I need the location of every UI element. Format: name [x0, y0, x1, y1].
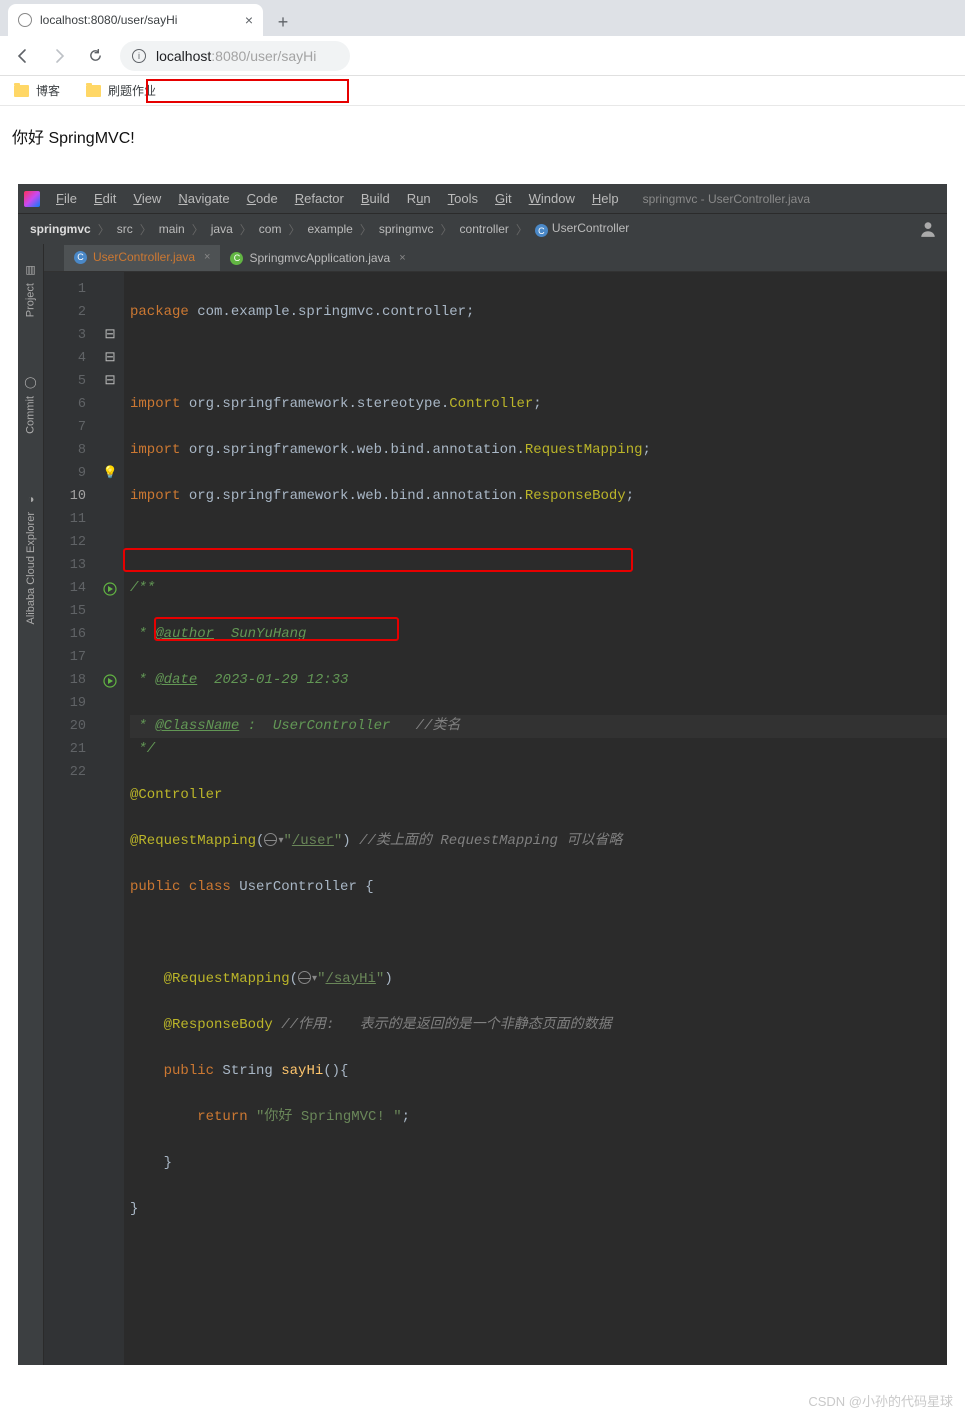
globe-icon [264, 833, 277, 846]
menu-edit[interactable]: Edit [87, 189, 123, 208]
address-bar[interactable]: i localhost:8080/user/sayHi [120, 41, 350, 71]
editor-tab[interactable]: C SpringmvcApplication.java × [220, 245, 415, 271]
user-icon[interactable] [919, 220, 937, 238]
ide-window: File Edit View Navigate Code Refactor Bu… [18, 184, 947, 1365]
crumb-class[interactable]: CUserController [533, 221, 631, 238]
ide-breadcrumbs: springmvc〉 src〉 main〉 java〉 com〉 example… [18, 214, 947, 244]
crumb[interactable]: springmvc [377, 222, 436, 236]
fold-icon[interactable]: ⊟ [96, 347, 124, 370]
run-icon[interactable] [103, 582, 117, 596]
menu-git[interactable]: Git [488, 189, 519, 208]
intellij-icon [24, 191, 40, 207]
globe-icon [18, 13, 32, 27]
crumb[interactable]: com [257, 222, 284, 236]
ide-window-title: springmvc - UserController.java [643, 192, 810, 206]
editor-tab[interactable]: C UserController.java × [64, 245, 220, 271]
tab-name: UserController.java [93, 250, 195, 264]
fold-icon[interactable]: ⊟ [96, 370, 124, 393]
project-icon: ▥ [24, 264, 37, 277]
rail-commit[interactable]: Commit ◯ [24, 377, 37, 434]
reload-button[interactable] [80, 41, 110, 71]
menu-run[interactable]: Run [400, 189, 438, 208]
menu-tools[interactable]: Tools [441, 189, 485, 208]
page-text: 你好 SpringMVC! [12, 130, 135, 147]
menu-navigate[interactable]: Navigate [171, 189, 236, 208]
browser-tab[interactable]: localhost:8080/user/sayHi × [8, 4, 263, 36]
menu-build[interactable]: Build [354, 189, 397, 208]
menu-file[interactable]: File [49, 189, 84, 208]
cloud-icon: ◐ [25, 494, 37, 506]
crumb[interactable]: springmvc [28, 222, 93, 236]
close-icon[interactable]: × [204, 251, 210, 263]
bulb-icon[interactable]: 💡 [103, 462, 118, 485]
page-body: 你好 SpringMVC! [0, 106, 965, 166]
forward-button[interactable] [44, 41, 74, 71]
editor-tab-bar: C UserController.java × C SpringmvcAppli… [44, 244, 947, 272]
code-text[interactable]: package com.example.springmvc.controller… [124, 272, 947, 1365]
tab-title: localhost:8080/user/sayHi [40, 13, 237, 27]
folder-icon [86, 85, 101, 97]
bookmarks-bar: 博客 刷题作业 [0, 76, 965, 106]
menu-window[interactable]: Window [522, 189, 582, 208]
line-number-gutter: 1234 5678 9101112 13141516 17181920 2122 [44, 272, 96, 1365]
browser-tab-strip: localhost:8080/user/sayHi × + [0, 0, 965, 36]
menu-help[interactable]: Help [585, 189, 626, 208]
crumb[interactable]: controller [458, 222, 511, 236]
bookmark-item[interactable]: 博客 [14, 82, 60, 99]
code-editor[interactable]: 1234 5678 9101112 13141516 17181920 2122… [44, 272, 947, 1365]
fold-icon[interactable]: ⊟ [96, 324, 124, 347]
class-icon: C [230, 252, 243, 265]
folder-icon [14, 85, 29, 97]
tool-window-bar: Project ▥ Commit ◯ Alibaba Cloud Explore… [18, 244, 44, 1365]
rail-alibaba[interactable]: Alibaba Cloud Explorer ◐ [25, 494, 37, 625]
new-tab-button[interactable]: + [269, 8, 297, 36]
crumb[interactable]: example [305, 222, 354, 236]
ide-menubar: File Edit View Navigate Code Refactor Bu… [18, 184, 947, 214]
tab-name: SpringmvcApplication.java [249, 251, 390, 265]
class-icon: C [74, 251, 87, 264]
back-button[interactable] [8, 41, 38, 71]
browser-toolbar: i localhost:8080/user/sayHi [0, 36, 965, 76]
commit-icon: ◯ [24, 377, 37, 390]
close-icon[interactable]: × [399, 252, 405, 264]
crumb[interactable]: src [115, 222, 135, 236]
crumb[interactable]: main [157, 222, 187, 236]
url-text: localhost:8080/user/sayHi [156, 48, 316, 64]
rail-project[interactable]: Project ▥ [24, 264, 37, 317]
menu-refactor[interactable]: Refactor [288, 189, 351, 208]
run-icon[interactable] [103, 674, 117, 688]
menu-view[interactable]: View [126, 189, 168, 208]
menu-code[interactable]: Code [240, 189, 285, 208]
bookmark-label: 博客 [36, 82, 60, 99]
crumb[interactable]: java [209, 222, 235, 236]
globe-icon [298, 971, 311, 984]
gutter-marks: ⊟ ⊟ ⊟ 💡 [96, 272, 124, 1365]
url-highlight-box [146, 79, 349, 103]
info-icon[interactable]: i [132, 49, 146, 63]
class-icon: C [535, 224, 548, 237]
close-icon[interactable]: × [245, 12, 253, 28]
watermark: CSDN @小孙的代码星球 [0, 1383, 965, 1414]
